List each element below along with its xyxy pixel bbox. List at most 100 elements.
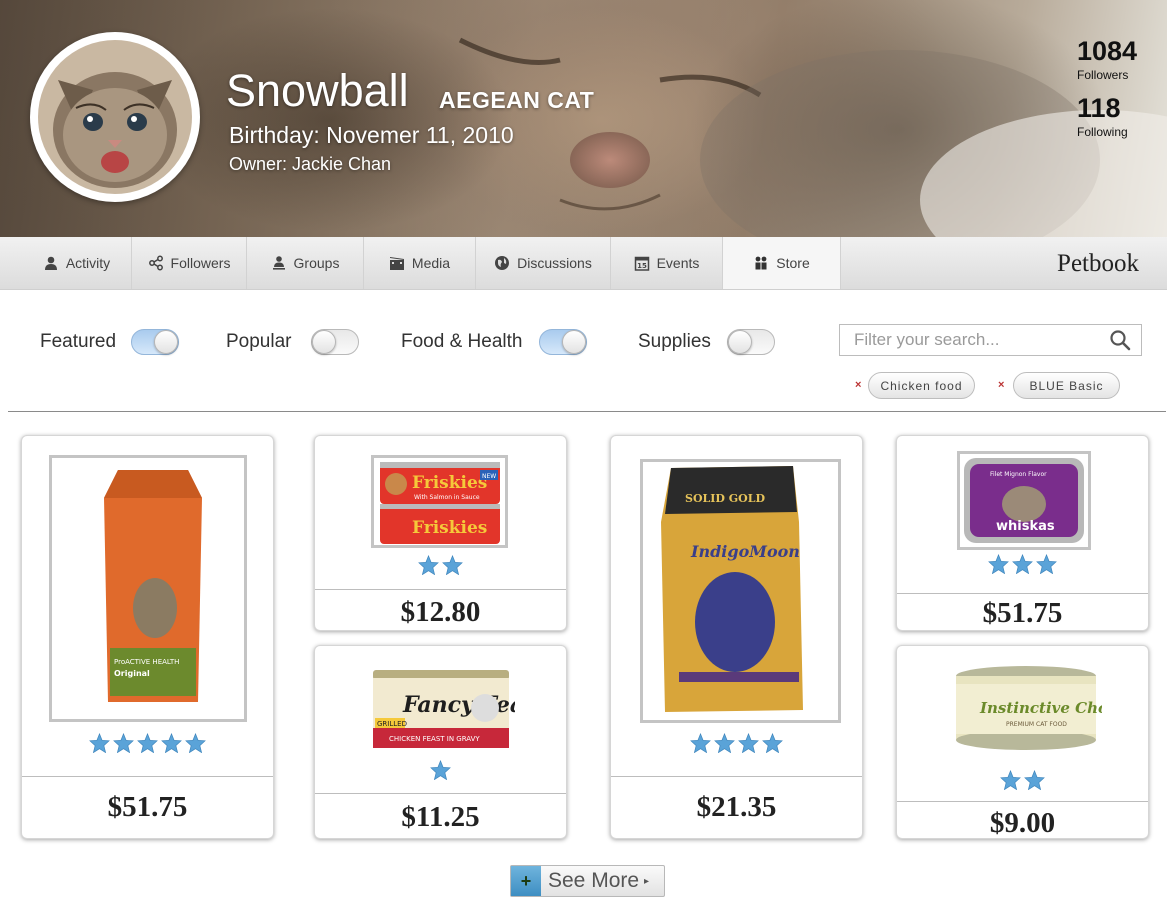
product-image: Fancy Feast GRILLED CHICKEN FEAST IN GRA… [367, 664, 515, 756]
product-price: $9.00 [989, 807, 1056, 839]
search-icon[interactable] [1109, 329, 1131, 351]
tab-label: Groups [293, 255, 340, 271]
pet-name: Snowball [226, 65, 409, 116]
filter-label-popular: Popular [226, 331, 292, 352]
svg-text:SOLID GOLD: SOLID GOLD [685, 492, 765, 505]
product-card-whiskas[interactable]: Filet Mignon Flavor whiskas $51.75 [896, 435, 1149, 631]
toggle-knob [154, 330, 178, 354]
star-icon [418, 555, 439, 575]
rating-stars [22, 733, 273, 753]
star-icon [714, 733, 735, 753]
toggle-knob [728, 330, 752, 354]
pet-birthday: Birthday: Novemer 11, 2010 [229, 122, 514, 148]
star-icon [89, 733, 110, 753]
product-image: IAMS ProACTIVE HEALTH Original [49, 455, 247, 722]
see-more-button[interactable]: + See More ▸ [510, 865, 665, 897]
food-health-toggle[interactable] [539, 329, 587, 355]
popular-toggle[interactable] [311, 329, 359, 355]
tab-followers[interactable]: Followers [132, 237, 247, 289]
rating-stars [897, 554, 1148, 574]
followers-stat[interactable]: 1084 Followers [1077, 36, 1138, 83]
product-card-fancy-feast[interactable]: Fancy Feast GRILLED CHICKEN FEAST IN GRA… [314, 645, 567, 839]
svg-text:With Salmon in Sauce: With Salmon in Sauce [414, 494, 480, 501]
tab-activity[interactable]: Activity [22, 237, 132, 289]
supplies-toggle[interactable] [727, 329, 775, 355]
avatar[interactable] [30, 32, 200, 202]
svg-text:GRILLED: GRILLED [377, 720, 407, 728]
rating-stars [315, 555, 566, 575]
svg-text:ProACTIVE HEALTH: ProACTIVE HEALTH [114, 658, 179, 666]
following-stat[interactable]: 118 Following [1077, 93, 1128, 140]
tab-label: Events [656, 255, 700, 271]
filter-label-food-health: Food & Health [401, 331, 523, 352]
tab-label: Media [411, 255, 451, 271]
tab-store[interactable]: Store [723, 237, 841, 289]
svg-text:Friskies: Friskies [412, 473, 487, 493]
rating-stars [315, 760, 566, 780]
star-icon [442, 555, 463, 575]
tab-label: Store [776, 255, 810, 271]
product-card-instinctive-choice[interactable]: Instinctive Choice PREMIUM CAT FOOD $9.0… [896, 645, 1149, 839]
svg-text:Original: Original [114, 669, 150, 678]
tab-groups[interactable]: Groups [247, 237, 364, 289]
product-image: Filet Mignon Flavor whiskas [957, 451, 1091, 550]
star-icon [738, 733, 759, 753]
calendar-icon: 15 [634, 255, 650, 271]
pet-owner: Owner: Jackie Chan [229, 154, 392, 174]
svg-text:Friskies: Friskies [412, 518, 487, 538]
star-icon [1036, 554, 1057, 574]
kitten-avatar-image [38, 40, 192, 194]
globe-icon [494, 255, 510, 271]
star-icon [762, 733, 783, 753]
film-icon [389, 255, 405, 271]
brand-logo[interactable]: Petbook [1057, 250, 1139, 278]
toggle-knob [312, 330, 336, 354]
rating-stars [611, 733, 862, 753]
product-card-iams[interactable]: IAMS ProACTIVE HEALTH Original $51.75 [21, 435, 274, 839]
star-icon [690, 733, 711, 753]
product-price: $11.25 [401, 801, 480, 833]
filter-label-supplies: Supplies [638, 331, 711, 352]
featured-toggle[interactable] [131, 329, 179, 355]
chip-chicken-food[interactable]: Chicken food [868, 372, 975, 399]
product-price: $51.75 [107, 791, 188, 823]
tab-label: Followers [170, 255, 231, 271]
chip-blue-basic[interactable]: BLUE Basic [1013, 372, 1120, 399]
svg-text:NEW: NEW [482, 473, 496, 480]
following-label: Following [1077, 125, 1128, 139]
share-icon [148, 255, 164, 271]
star-icon [161, 733, 182, 753]
star-icon [988, 554, 1009, 574]
svg-text:PREMIUM CAT FOOD: PREMIUM CAT FOOD [1006, 721, 1067, 728]
remove-chip-blue-basic-icon[interactable]: × [998, 379, 1004, 391]
plus-icon: + [511, 866, 541, 896]
tab-bar: Activity Followers Groups Media Discussi… [0, 237, 1167, 290]
tab-label: Discussions [517, 255, 592, 271]
following-count: 118 [1077, 93, 1121, 123]
star-icon [430, 760, 451, 780]
people-icon [753, 255, 769, 271]
tab-discussions[interactable]: Discussions [476, 237, 611, 289]
product-card-solid-gold[interactable]: SOLID GOLD IndigoMoon $21.35 [610, 435, 863, 839]
filter-label-featured: Featured [40, 331, 117, 352]
svg-text:whiskas: whiskas [996, 519, 1055, 534]
star-icon [137, 733, 158, 753]
tab-media[interactable]: Media [364, 237, 476, 289]
star-icon [1012, 554, 1033, 574]
star-icon [113, 733, 134, 753]
remove-chip-chicken-food-icon[interactable]: × [855, 379, 861, 391]
svg-text:Instinctive Choice: Instinctive Choice [979, 699, 1102, 717]
svg-text:CHICKEN FEAST IN GRAVY: CHICKEN FEAST IN GRAVY [389, 735, 480, 743]
star-icon [185, 733, 206, 753]
chevron-right-icon: ▸ [644, 875, 650, 887]
tab-events[interactable]: 15 Events [611, 237, 723, 289]
tab-label: Activity [65, 255, 111, 271]
search-input[interactable] [840, 326, 1109, 354]
followers-count: 1084 [1077, 36, 1138, 66]
svg-text:Filet Mignon Flavor: Filet Mignon Flavor [990, 471, 1047, 478]
followers-label: Followers [1077, 68, 1129, 82]
product-price: $12.80 [400, 596, 481, 628]
svg-text:IAMS: IAMS [199, 568, 223, 625]
star-icon [1024, 770, 1045, 790]
product-card-friskies[interactable]: Friskies Friskies With Salmon in Sauce N… [314, 435, 567, 631]
